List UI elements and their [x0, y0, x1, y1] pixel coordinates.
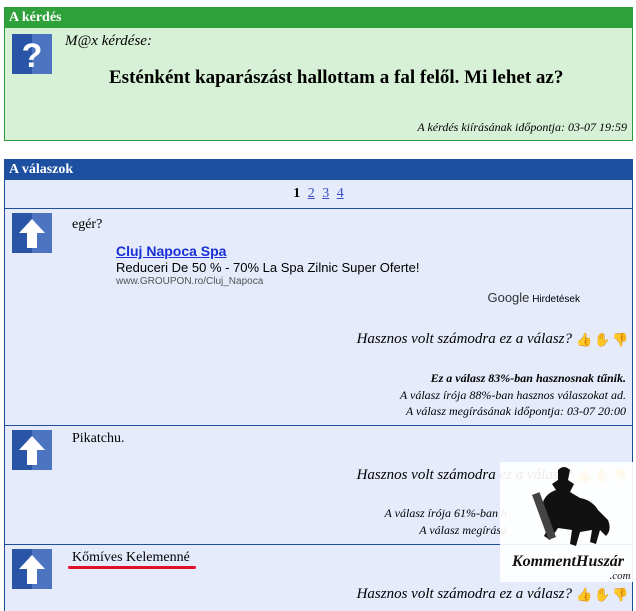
question-panel: A kérdés ? M@x kérdése: Esténként kapará… [4, 7, 633, 141]
google-ads-suffix: Hirdetések [532, 294, 580, 305]
useful-question: Hasznos volt számodra ez a válasz? [356, 586, 572, 602]
author-rating: A válasz írója 88%-ban hasznos válaszoka… [399, 388, 626, 402]
question-mark-icon: ? [12, 34, 52, 74]
answer-rating: Ez a válasz 83%-ban hasznosnak tűnik. [430, 371, 626, 385]
author-rating: A válasz írója 61%-ban h [384, 506, 507, 520]
answer-text: Kőmíves Kelemenné [72, 550, 190, 565]
thumb-up-icon[interactable]: 👍 [576, 332, 592, 347]
question-timestamp: A kérdés kiírásának időpontja: 03-07 19:… [417, 120, 627, 134]
question-text: Esténként kaparászást hallottam a fal fe… [109, 67, 564, 88]
svg-text:?: ? [22, 37, 43, 74]
page-link-4[interactable]: 4 [337, 186, 344, 201]
watermark-suffix: .com [609, 570, 630, 582]
thumb-neutral-icon[interactable]: ✋ [594, 587, 610, 602]
google-logo: Google [487, 290, 530, 305]
thumb-neutral-icon[interactable]: ✋ [594, 332, 610, 347]
answer-time: A válasz megírásá [419, 523, 507, 537]
arrow-up-icon [12, 213, 52, 253]
google-ads-label[interactable]: Google Hirdetések [487, 290, 580, 305]
divider [5, 208, 632, 209]
ad-block: Cluj Napoca Spa Reduceri De 50 % - 70% L… [116, 243, 419, 287]
thumb-down-icon[interactable]: 👎 [612, 332, 628, 347]
useful-prompt: Hasznos volt számodra ez a válasz? 👍 ✋ 👎 [356, 331, 629, 348]
useful-prompt: Hasznos volt számodra ez a válasz? 👍 ✋ 👎 [356, 586, 629, 603]
ad-description: Reduceri De 50 % - 70% La Spa Zilnic Sup… [116, 260, 420, 275]
divider [5, 425, 632, 426]
answers-header: A válaszok [5, 160, 632, 180]
arrow-up-icon [12, 549, 52, 589]
watermark-text: KommentHuszár [511, 553, 625, 570]
asker-label: M@x kérdése: [65, 33, 152, 49]
page-link-2[interactable]: 2 [308, 186, 315, 201]
useful-question: Hasznos volt számodra ez a válasz? [356, 331, 572, 347]
page-current: 1 [293, 186, 301, 201]
ad-title-link[interactable]: Cluj Napoca Spa [116, 243, 419, 259]
pagination: 1 2 3 4 [5, 186, 632, 202]
arrow-up-icon [12, 430, 52, 470]
red-underline [68, 566, 196, 569]
answer-text: egér? [72, 217, 103, 232]
answer-text: Pikatchu. [72, 431, 125, 446]
ad-url[interactable]: www.GROUPON.ro/Cluj_Napoca [116, 276, 419, 287]
thumb-up-icon[interactable]: 👍 [576, 587, 592, 602]
kommenthuszar-watermark: KommentHuszár .com [500, 462, 636, 582]
question-header: A kérdés [5, 8, 632, 28]
page-link-3[interactable]: 3 [322, 186, 329, 201]
answer-time: A válasz megírásának időpontja: 03-07 20… [405, 404, 626, 418]
thumb-down-icon[interactable]: 👎 [612, 587, 628, 602]
